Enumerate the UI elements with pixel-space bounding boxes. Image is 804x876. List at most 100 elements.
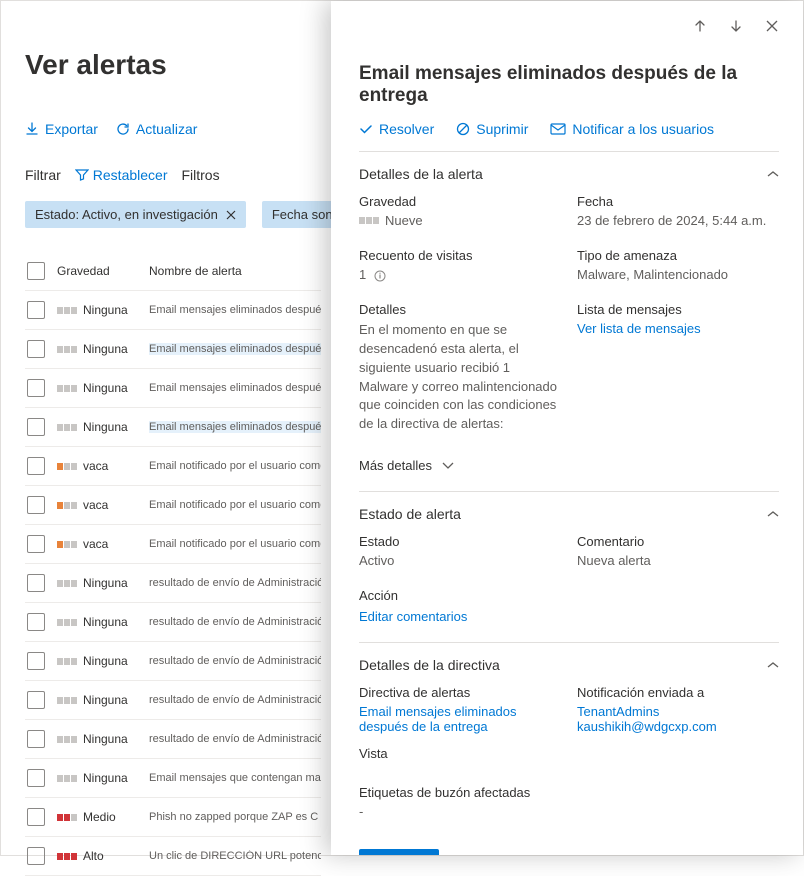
alert-name-cell[interactable]: Email notificado por el usuario como mal… [149, 538, 321, 550]
notif-sent-2[interactable]: kaushikih@wdgcxp.com [577, 719, 779, 734]
action-label: Acción [359, 588, 561, 603]
severity-cell: Alto [57, 849, 149, 863]
severity-cell: Ninguna [57, 654, 149, 668]
table-row[interactable]: vacaEmail notificado por el usuario como… [25, 486, 321, 525]
row-checkbox[interactable] [27, 574, 45, 592]
chevron-up-icon [767, 661, 779, 669]
mail-icon [550, 122, 566, 136]
msglist-label: Lista de mensajes [577, 302, 779, 317]
filter-icon [75, 169, 89, 181]
severity-cell: Ninguna [57, 732, 149, 746]
notif-sent-1[interactable]: TenantAdmins [577, 704, 779, 719]
close-icon[interactable] [226, 210, 236, 220]
row-checkbox[interactable] [27, 496, 45, 514]
severity-cell: Ninguna [57, 615, 149, 629]
panel-actions: Resolver Suprimir Notificar a los usuari… [359, 121, 779, 151]
row-checkbox[interactable] [27, 418, 45, 436]
severity-cell: Ninguna [57, 420, 149, 434]
row-checkbox[interactable] [27, 613, 45, 631]
mailbox-tags-label: Etiquetas de buzón afectadas [359, 785, 561, 800]
arrow-down-icon[interactable] [729, 19, 743, 33]
select-all-checkbox[interactable] [27, 262, 45, 280]
msglist-link[interactable]: Ver lista de mensajes [577, 321, 779, 336]
section-alert-state[interactable]: Estado de alerta [359, 492, 779, 534]
details-value: En el momento en que se desencadenó esta… [359, 321, 561, 434]
edit-comments-link[interactable]: Editar comentarios [359, 609, 561, 624]
col-severity[interactable]: Gravedad [57, 264, 149, 278]
alert-name-cell[interactable]: Email mensajes eliminados después de eli… [149, 304, 321, 316]
arrow-up-icon[interactable] [693, 19, 707, 33]
table-row[interactable]: vacaEmail notificado por el usuario como… [25, 525, 321, 564]
more-details-toggle[interactable]: Más detalles [359, 452, 779, 491]
section-policy-details[interactable]: Detalles de la directiva [359, 643, 779, 685]
table-row[interactable]: NingunaEmail mensajes eliminados después… [25, 408, 321, 447]
alert-name-cell[interactable]: resultado de envío de Administración com… [149, 577, 321, 589]
table-header: Gravedad Nombre de alerta [25, 252, 321, 291]
row-checkbox[interactable] [27, 847, 45, 865]
panel-top-icons [359, 19, 779, 33]
alert-name-cell[interactable]: Email notificado por el usuario como mal… [149, 499, 321, 511]
reset-button[interactable]: Restablecer [75, 167, 168, 183]
alert-name-cell[interactable]: Email mensajes eliminados después de d [149, 343, 321, 355]
alert-name-cell[interactable]: resultado de envío de Administración com… [149, 694, 321, 706]
row-checkbox[interactable] [27, 379, 45, 397]
alert-name-cell[interactable]: Email mensajes eliminados después de d [149, 421, 321, 433]
alert-name-cell[interactable]: Email notificado por el usuario como mal… [149, 460, 321, 472]
row-checkbox[interactable] [27, 808, 45, 826]
row-checkbox[interactable] [27, 457, 45, 475]
severity-cell: Ninguna [57, 303, 149, 317]
severity-cell: Medio [57, 810, 149, 824]
row-checkbox[interactable] [27, 691, 45, 709]
section-alert-details[interactable]: Detalles de la alerta [359, 152, 779, 194]
table-row[interactable]: NingunaEmail mensajes que contengan mali… [25, 759, 321, 798]
alert-name-cell[interactable]: resultado de envío de Administración com… [149, 655, 321, 667]
row-checkbox[interactable] [27, 730, 45, 748]
check-icon [359, 122, 373, 136]
resolve-button[interactable]: Resolver [359, 121, 434, 137]
refresh-button[interactable]: Actualizar [116, 121, 197, 137]
alerts-main: Ver alertas Exportar Actualizar Filtrar … [1, 1, 321, 876]
table-row[interactable]: NingunaEmail mensajes eliminados después… [25, 369, 321, 408]
alert-name-cell[interactable]: Email mensajes que contengan malicia [149, 772, 321, 784]
row-checkbox[interactable] [27, 769, 45, 787]
row-checkbox[interactable] [27, 340, 45, 358]
filter-pill-state[interactable]: Estado: Activo, en investigación [25, 201, 246, 228]
alert-name-cell[interactable]: Email mensajes eliminados después de eli… [149, 382, 321, 394]
chevron-up-icon [767, 170, 779, 178]
filters-label: Filtros [181, 167, 219, 183]
close-panel-icon[interactable] [765, 19, 779, 33]
table-row[interactable]: Ningunaresultado de envío de Administrac… [25, 681, 321, 720]
severity-cell: Ninguna [57, 771, 149, 785]
download-icon [25, 122, 39, 136]
table-row[interactable]: Ningunaresultado de envío de Administrac… [25, 603, 321, 642]
table-row[interactable]: NingunaEmail mensajes eliminados después… [25, 330, 321, 369]
alert-detail-panel: Email mensajes eliminados después de la … [331, 1, 803, 855]
info-icon[interactable] [374, 270, 386, 282]
row-checkbox[interactable] [27, 535, 45, 553]
table-row[interactable]: MedioPhish no zapped porque ZAP es C [25, 798, 321, 837]
alert-details-grid: Gravedad Nueve Fecha 23 de febrero de 20… [359, 194, 779, 452]
alert-name-cell[interactable]: Phish no zapped porque ZAP es C [149, 811, 321, 823]
alert-name-cell[interactable]: Un clic de DIRECCIÓN URL potencialmente … [149, 850, 321, 862]
row-checkbox[interactable] [27, 652, 45, 670]
table-row[interactable]: Ningunaresultado de envío de Administrac… [25, 564, 321, 603]
filter-pills: Estado: Activo, en investigación Fecha s… [25, 201, 321, 228]
table-row[interactable]: vacaEmail notificado por el usuario como… [25, 447, 321, 486]
severity-value: Nueve [359, 213, 561, 228]
table-row[interactable]: Ningunaresultado de envío de Administrac… [25, 642, 321, 681]
col-name[interactable]: Nombre de alerta [149, 264, 321, 278]
close-button[interactable]: Cerrar [359, 849, 439, 855]
alert-name-cell[interactable]: resultado de envío de Administración com… [149, 733, 321, 745]
severity-cell: Ninguna [57, 693, 149, 707]
severity-cell: vaca [57, 498, 149, 512]
row-checkbox[interactable] [27, 301, 45, 319]
export-button[interactable]: Exportar [25, 121, 98, 137]
table-row[interactable]: Ningunaresultado de envío de Administrac… [25, 720, 321, 759]
table-row[interactable]: NingunaEmail mensajes eliminados después… [25, 291, 321, 330]
page-title: Ver alertas [25, 49, 321, 81]
policy-value[interactable]: Email mensajes eliminados después de la … [359, 704, 561, 734]
suppress-button[interactable]: Suprimir [456, 121, 528, 137]
notify-users-button[interactable]: Notificar a los usuarios [550, 121, 714, 137]
alert-name-cell[interactable]: resultado de envío de Administración com… [149, 616, 321, 628]
table-row[interactable]: AltoUn clic de DIRECCIÓN URL potencialme… [25, 837, 321, 876]
